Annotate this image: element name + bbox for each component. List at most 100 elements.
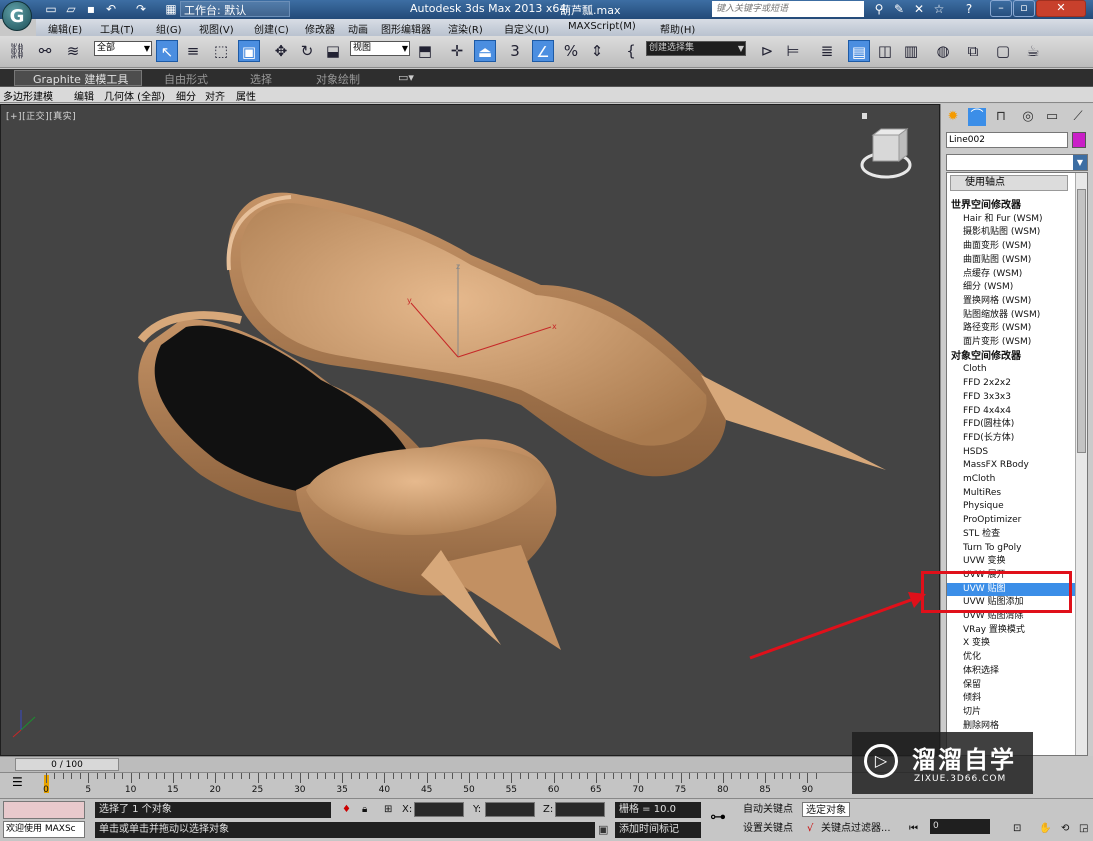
menu-modifiers[interactable]: 修改器 — [305, 21, 335, 36]
exchange-icon[interactable]: ✕ — [912, 2, 926, 16]
keyboard-shortcut-icon[interactable]: ⏏ — [474, 40, 496, 62]
modifier-list-item[interactable]: Turn To gPoly — [947, 542, 1075, 555]
modifier-list-item[interactable]: 路径变形 (WSM) — [947, 322, 1075, 335]
isolate-icon[interactable]: ♦ — [342, 804, 351, 815]
list-scrollbar[interactable] — [1075, 173, 1087, 755]
select-by-name-icon[interactable]: ≡ — [182, 40, 204, 62]
unlink-icon[interactable]: ⚯ — [34, 40, 56, 62]
snap-toggle-icon[interactable]: 3 — [504, 40, 526, 62]
maximize-viewport-icon[interactable]: ◲ — [1076, 821, 1091, 836]
maxscript-mini-listener[interactable]: 欢迎使用 MAXSc — [3, 821, 85, 838]
menu-help[interactable]: 帮助(H) — [660, 21, 695, 36]
favorites-star-icon[interactable]: ☆ — [932, 2, 946, 16]
subtab-edit[interactable]: 编辑 — [74, 88, 94, 103]
use-pivot-button[interactable]: 使用轴点 — [950, 175, 1068, 191]
render-icon[interactable]: ☕ — [1022, 40, 1044, 62]
maxscript-listener[interactable] — [3, 801, 85, 819]
modifier-list-item[interactable]: Cloth — [947, 363, 1075, 376]
pan-hand-icon[interactable]: ✋ — [1036, 821, 1054, 836]
hierarchy-tab-icon[interactable]: ⊓ — [992, 108, 1010, 126]
tab-graphite[interactable]: Graphite 建模工具 — [14, 70, 142, 86]
time-tag-icon[interactable]: ▣ — [598, 823, 608, 836]
schematic-view-icon[interactable]: ▥ — [900, 40, 922, 62]
rotate-icon[interactable]: ↻ — [296, 40, 318, 62]
menu-create[interactable]: 创建(C) — [254, 21, 289, 36]
modifier-list-item[interactable]: Physique — [947, 500, 1075, 513]
chevron-down-icon[interactable]: ▼ — [1073, 155, 1087, 170]
object-name-field[interactable]: Line002 — [946, 132, 1068, 148]
pivot-center-icon[interactable]: ⬒ — [414, 40, 436, 62]
menu-animation[interactable]: 动画 — [348, 21, 368, 36]
orbit-icon[interactable]: ⟲ — [1058, 821, 1072, 836]
set-key-button[interactable]: 设置关键点 — [740, 821, 796, 836]
goto-start-icon[interactable]: ⏮ — [906, 821, 921, 836]
coord-x-field[interactable] — [414, 802, 464, 817]
display-tab-icon[interactable]: ▭ — [1043, 108, 1061, 126]
modifier-list-item[interactable]: FFD 3x3x3 — [947, 391, 1075, 404]
track-bar[interactable]: ☰ 0 5 10 15 20 25 30 35 40 45 50 55 60 65 70 75 80 85 90 — [0, 772, 940, 798]
scrollbar-thumb[interactable] — [1077, 189, 1086, 453]
maximize-button[interactable]: ▫ — [1013, 0, 1035, 17]
modifier-list-item[interactable]: 切片 — [947, 706, 1075, 719]
align-icon[interactable]: ⊨ — [782, 40, 804, 62]
absolute-mode-icon[interactable]: ⊞ — [384, 804, 392, 815]
auto-key-button[interactable]: 自动关键点 — [740, 802, 796, 817]
modifier-list-item[interactable]: FFD 4x4x4 — [947, 405, 1075, 418]
curve-editor-icon[interactable]: ◫ — [874, 40, 896, 62]
reference-coordinate-dropdown[interactable]: 视图 — [350, 41, 410, 56]
modifier-list-item[interactable]: 曲面贴图 (WSM) — [947, 254, 1075, 267]
key-filters-button[interactable]: 关键点过滤器... — [818, 821, 894, 836]
modifier-list-item[interactable]: 置换网格 (WSM) — [947, 295, 1075, 308]
redo-icon[interactable]: ↷ — [134, 2, 148, 16]
scale-icon[interactable]: ⬓ — [322, 40, 344, 62]
subtab-geometry-all[interactable]: 几何体 (全部) — [104, 88, 165, 103]
selection-filter-dropdown[interactable]: 全部 — [94, 41, 152, 56]
search-input[interactable]: 键入关键字或短语 — [712, 1, 864, 17]
modifier-list-item[interactable]: 优化 — [947, 651, 1075, 664]
mini-curve-editor-icon[interactable]: ☰ — [12, 775, 23, 789]
window-crossing-icon[interactable]: ▣ — [238, 40, 260, 62]
ribbon-options-icon[interactable]: ▭▾ — [398, 71, 414, 84]
menu-edit[interactable]: 编辑(E) — [48, 21, 82, 36]
coord-y-field[interactable] — [485, 802, 535, 817]
modifier-list-item[interactable]: MassFX RBody — [947, 459, 1075, 472]
subtab-subdivision[interactable]: 细分 — [176, 88, 196, 103]
render-setup-icon[interactable]: ⧉ — [962, 40, 984, 62]
tab-selection[interactable]: 选择 — [250, 71, 272, 87]
modifier-list-item[interactable]: X 变换 — [947, 637, 1075, 650]
spinner-snap-icon[interactable]: ⇕ — [586, 40, 608, 62]
viewcube-icon[interactable] — [860, 128, 912, 179]
utilities-tab-icon[interactable]: ⟋ — [1069, 108, 1087, 126]
modifier-list-item[interactable]: mCloth — [947, 473, 1075, 486]
layer-manager-icon[interactable]: ≣ — [816, 40, 838, 62]
percent-snap-icon[interactable]: % — [560, 40, 582, 62]
select-object-icon[interactable]: ↖ — [156, 40, 178, 62]
modifier-list-item[interactable]: 体积选择 — [947, 665, 1075, 678]
menu-maxscript[interactable]: MAXScript(M) — [568, 21, 636, 32]
edit-named-selection-icon[interactable]: { — [620, 40, 642, 62]
modifier-list-item[interactable]: MultiRes — [947, 487, 1075, 500]
subtab-properties[interactable]: 属性 — [236, 88, 256, 103]
open-file-icon[interactable]: ▱ — [64, 2, 78, 16]
modifier-list-item[interactable]: FFD 2x2x2 — [947, 377, 1075, 390]
undo-icon[interactable]: ↶ — [104, 2, 118, 16]
modifier-list-item[interactable]: UVW 变换 — [947, 555, 1075, 568]
link-icon[interactable]: ⛓ — [6, 40, 28, 62]
modifier-list-item[interactable]: 倾斜 — [947, 692, 1075, 705]
modifier-list-dropdown[interactable]: ▼ — [946, 154, 1088, 171]
modify-tab-icon[interactable]: ⌒ — [968, 108, 986, 126]
zoom-extents-icon[interactable]: ⊡ — [1010, 821, 1024, 836]
modifier-list-item[interactable]: 保留 — [947, 679, 1075, 692]
modifier-list-item[interactable]: STL 检查 — [947, 528, 1075, 541]
new-file-icon[interactable]: ▭ — [44, 2, 58, 16]
menu-views[interactable]: 视图(V) — [199, 21, 234, 36]
object-color-swatch[interactable] — [1072, 132, 1086, 148]
tab-freeform[interactable]: 自由形式 — [164, 71, 208, 87]
close-button[interactable]: ✕ — [1036, 0, 1086, 17]
save-icon[interactable]: ▪ — [84, 2, 98, 16]
manipulate-icon[interactable]: ✛ — [446, 40, 468, 62]
angle-snap-icon[interactable]: ∠ — [532, 40, 554, 62]
coord-z-field[interactable] — [555, 802, 605, 817]
menu-customize[interactable]: 自定义(U) — [504, 21, 549, 36]
rectangular-selection-icon[interactable]: ⬚ — [210, 40, 232, 62]
